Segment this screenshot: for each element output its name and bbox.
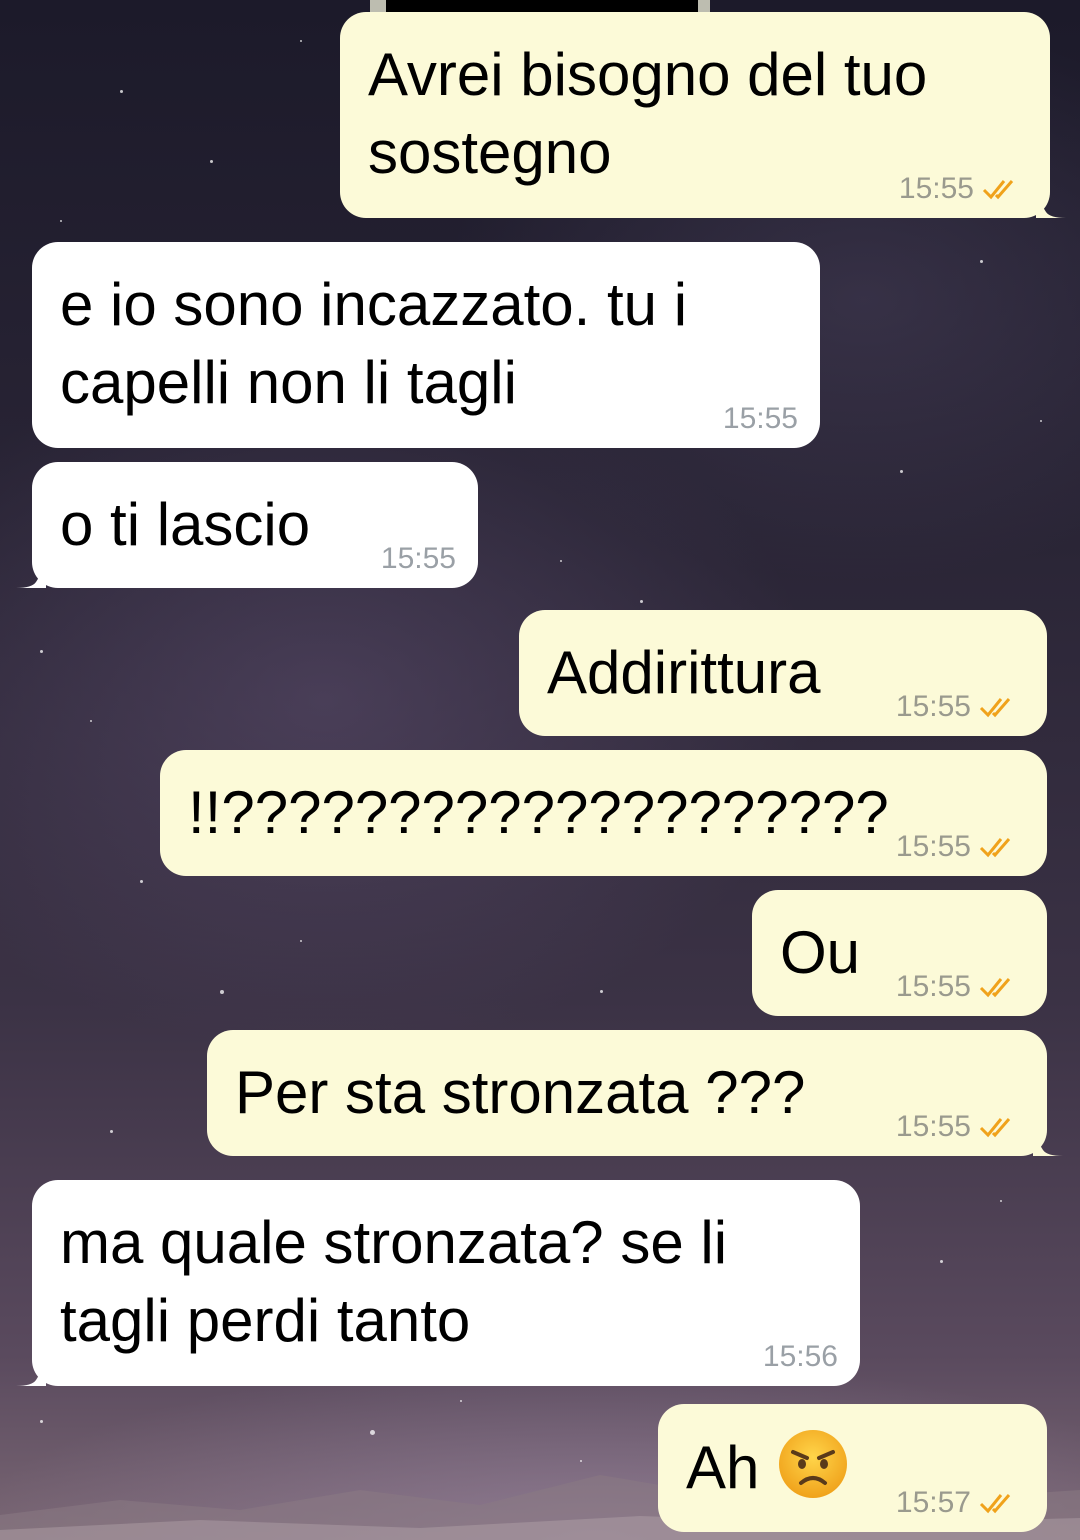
message-text: !!???????????????????? (188, 779, 889, 846)
bubble-tail (1033, 1134, 1063, 1156)
message-text: ma quale stronzata? se li tagli perdi ta… (60, 1209, 728, 1354)
message-meta: 15:55 (381, 542, 456, 576)
message-meta: 15:55 (896, 1110, 1025, 1144)
message-bubble-incoming[interactable]: ma quale stronzata? se li tagli perdi ta… (16, 1180, 860, 1386)
message-text: Avrei bisogno del tuo sostegno (368, 41, 928, 186)
message-meta: 15:55 (896, 970, 1025, 1004)
double-check-icon (982, 180, 1014, 200)
message-time: 15:55 (895, 690, 971, 723)
message-bubble-outgoing[interactable]: Ou 15:55 (752, 890, 1047, 1016)
message-time: 15:56 (762, 1340, 838, 1373)
bubble-tail (1036, 196, 1066, 218)
message-bubble-outgoing[interactable]: !!???????????????????? 15:55 (160, 750, 1047, 876)
message-meta: 15:57 (896, 1486, 1025, 1520)
double-check-icon (979, 838, 1011, 858)
message-time: 15:55 (895, 1110, 971, 1143)
double-check-icon (979, 1118, 1011, 1138)
message-bubble-outgoing[interactable]: Per sta stronzata ??? 15:55 (207, 1030, 1063, 1156)
message-text-content: Ah (686, 1434, 760, 1501)
message-bubble-incoming[interactable]: o ti lascio 15:55 (16, 462, 478, 588)
double-check-icon (979, 978, 1011, 998)
double-check-icon (979, 698, 1011, 718)
message-bubble-outgoing[interactable]: Ah 15:57 (658, 1404, 1047, 1532)
message-meta: 15:55 (899, 172, 1028, 206)
message-time: 15:55 (895, 830, 971, 863)
message-bubble-outgoing[interactable]: Addirittura 15:55 (519, 610, 1047, 736)
message-bubble-incoming[interactable]: e io sono incazzato. tu i capelli non li… (32, 242, 820, 448)
message-time: 15:55 (895, 970, 971, 1003)
message-meta: 15:56 (763, 1340, 838, 1374)
message-time: 15:55 (380, 542, 456, 575)
message-meta: 15:55 (723, 402, 798, 436)
double-check-icon (979, 1494, 1011, 1514)
message-meta: 15:55 (896, 690, 1025, 724)
message-meta: 15:55 (896, 830, 1025, 864)
angry-face-icon (779, 1430, 848, 1498)
bubble-tail (16, 1364, 46, 1386)
message-text: e io sono incazzato. tu i capelli non li… (60, 271, 688, 416)
message-time: 15:55 (722, 402, 798, 435)
bubble-tail (16, 566, 46, 588)
message-bubble-outgoing[interactable]: Avrei bisogno del tuo sostegno 15:55 (340, 12, 1066, 218)
message-time: 15:57 (895, 1486, 971, 1519)
message-time: 15:55 (898, 172, 974, 205)
